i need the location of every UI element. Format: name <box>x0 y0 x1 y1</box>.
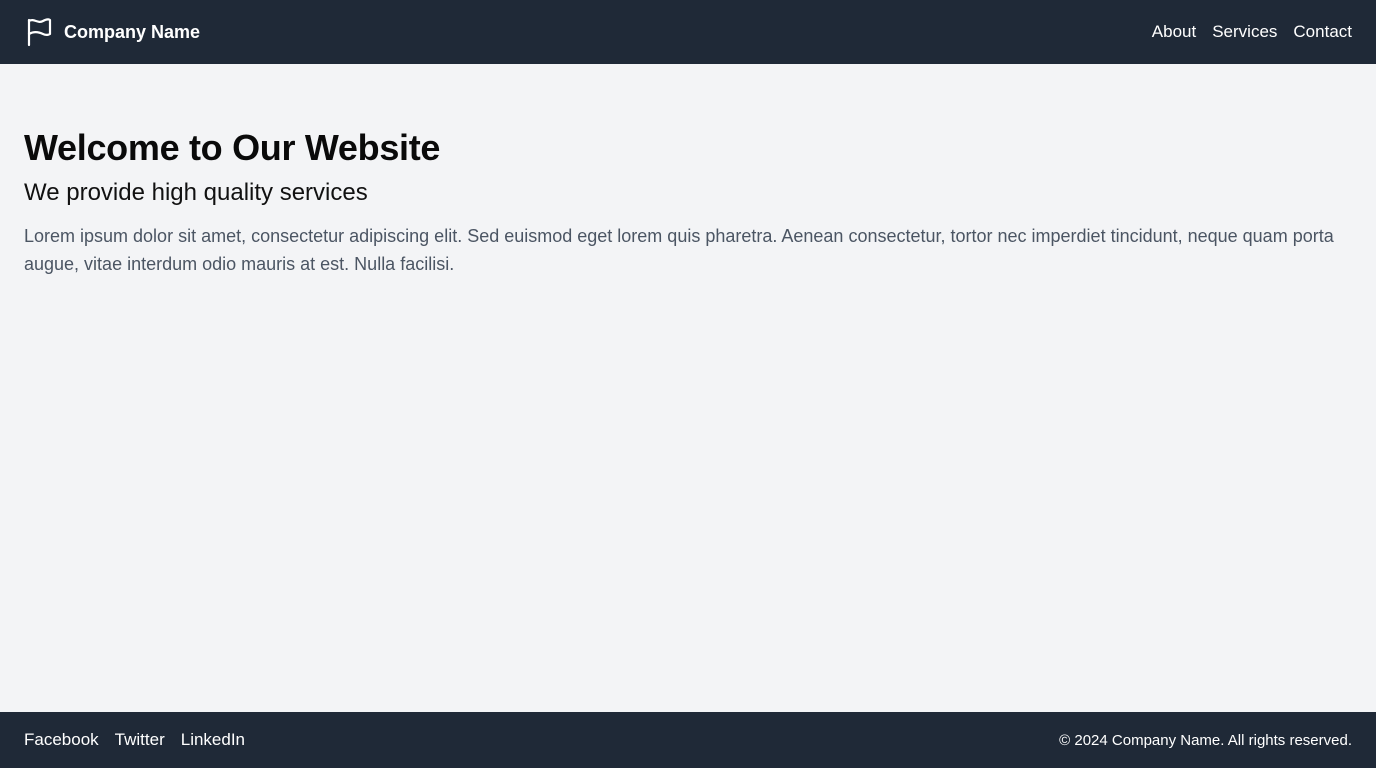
flag-icon <box>24 17 54 47</box>
nav-link-services[interactable]: Services <box>1212 22 1277 42</box>
social-links: Facebook Twitter LinkedIn <box>24 730 245 750</box>
main-nav: About Services Contact <box>1152 22 1352 42</box>
brand-link[interactable]: Company Name <box>24 17 200 47</box>
top-navbar: Company Name About Services Contact <box>0 0 1376 64</box>
company-name: Company Name <box>64 21 201 42</box>
footer-link-linkedin[interactable]: LinkedIn <box>181 730 245 750</box>
copyright-text: © 2024 Company Name. All rights reserved… <box>1059 731 1352 749</box>
nav-link-about[interactable]: About <box>1152 22 1196 42</box>
footer: Facebook Twitter LinkedIn © 2024 Company… <box>0 712 1376 768</box>
main-content: Welcome to Our Website We provide high q… <box>0 64 1376 712</box>
page: Company Name About Services Contact Welc… <box>0 0 1376 768</box>
nav-link-contact[interactable]: Contact <box>1293 22 1352 42</box>
page-title: Welcome to Our Website <box>24 127 441 168</box>
footer-link-twitter[interactable]: Twitter <box>115 730 165 750</box>
footer-link-facebook[interactable]: Facebook <box>24 730 99 750</box>
intro-paragraph: Lorem ipsum dolor sit amet, consectetur … <box>24 226 1334 274</box>
page-subtitle: We provide high quality services <box>24 179 368 206</box>
